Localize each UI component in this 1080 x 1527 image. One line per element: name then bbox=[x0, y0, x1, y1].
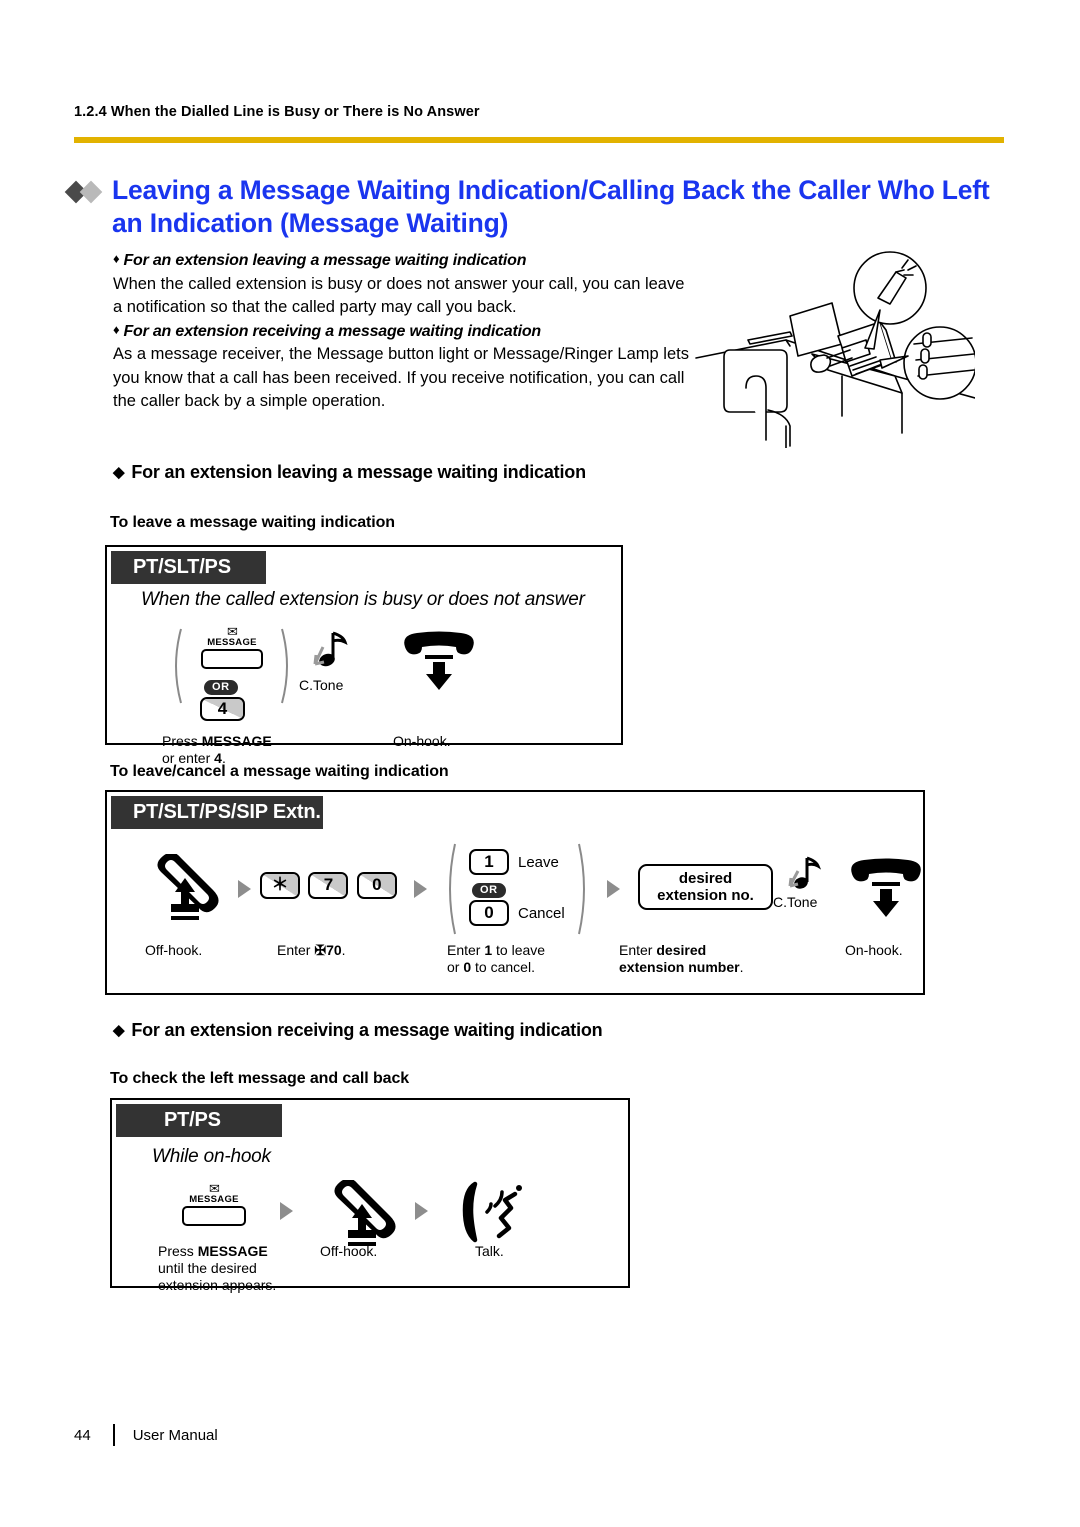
flow-arrow-icon bbox=[280, 1202, 293, 1220]
message-button-key[interactable] bbox=[182, 1206, 246, 1226]
breadcrumb: 1.2.4 When the Dialled Line is Busy or T… bbox=[74, 104, 480, 120]
device-type-tab-label: PT/SLT/PS bbox=[133, 556, 231, 578]
ctone-label-2: C.Tone bbox=[773, 894, 818, 910]
key-asterisk[interactable]: ＊ bbox=[260, 872, 300, 899]
header-rule-divider bbox=[74, 137, 1004, 143]
condition-note: When the called extension is busy or doe… bbox=[141, 589, 585, 610]
intro-subheading-1: ♦ For an extension leaving a message wait… bbox=[113, 249, 693, 273]
double-diamond-icon bbox=[64, 180, 112, 210]
condition-note-3: While on-hook bbox=[152, 1146, 271, 1167]
page-title: Leaving a Message Waiting Indication/Cal… bbox=[112, 175, 990, 238]
step-label-off-hook-3: Off-hook. bbox=[320, 1243, 378, 1259]
procedure-box-check-callback: PT/PS While on-hook ✉ MESSAGE Press MESS… bbox=[110, 1098, 630, 1293]
intro-subheading-2: ♦ For an extension receiving a message wa… bbox=[113, 320, 693, 344]
procedure-box-leave-mwi: PT/SLT/PS When the called extension is b… bbox=[105, 545, 623, 766]
or-group-bracket-2 bbox=[449, 843, 585, 935]
step-label-talk: Talk. bbox=[475, 1243, 504, 1259]
key-0[interactable]: 0 bbox=[356, 872, 397, 899]
intro-subheading-1-text: For an extension leaving a message waiti… bbox=[123, 252, 527, 269]
page-header: 1.2.4 When the Dialled Line is Busy or T… bbox=[74, 104, 1004, 120]
message-button-key[interactable] bbox=[201, 649, 263, 669]
flow-arrow-icon bbox=[414, 880, 427, 898]
step-label-press-message-3: Press MESSAGE until the desired extensio… bbox=[158, 1243, 277, 1293]
flow-arrow-icon bbox=[415, 1202, 428, 1220]
desired-extension-input[interactable]: desired extension no. bbox=[638, 864, 773, 910]
step-label-enter-feature: Enter ✠70. bbox=[277, 942, 346, 958]
intro-paragraph-2: As a message receiver, the Message butto… bbox=[113, 345, 689, 410]
message-button-label: MESSAGE bbox=[189, 1194, 239, 1205]
envelope-icon: ✉ bbox=[209, 1181, 220, 1196]
diamond-bullet-icon: ◆ bbox=[113, 464, 125, 481]
subheading-to-leave: To leave a message waiting indication bbox=[110, 514, 395, 531]
message-button-label: MESSAGE bbox=[207, 637, 257, 648]
subheading-to-leave-cancel: To leave/cancel a message waiting indica… bbox=[110, 763, 449, 780]
confirmation-tone-icon bbox=[313, 631, 348, 667]
flow-arrow-icon bbox=[238, 880, 251, 898]
desired-ext-line2: extension no. bbox=[657, 887, 754, 904]
step-label-off-hook-2: Off-hook. bbox=[145, 942, 203, 958]
step-label-on-hook-1: On-hook. bbox=[393, 733, 451, 749]
key-leave-label: Leave bbox=[518, 854, 559, 871]
device-type-tab-pt-ps: PT/PS bbox=[116, 1104, 282, 1137]
key-0-cancel[interactable]: 0 bbox=[469, 900, 509, 926]
procedure-box-leave-cancel-mwi: PT/SLT/PS/SIP Extn. Off-hook. ＊ 7 0 Ente… bbox=[105, 790, 925, 995]
talk-icon bbox=[462, 1181, 522, 1243]
off-hook-handset-icon bbox=[157, 854, 219, 920]
flow-arrow-icon bbox=[607, 880, 620, 898]
off-hook-handset-icon-3 bbox=[334, 1180, 396, 1246]
envelope-icon: ✉ bbox=[227, 624, 238, 639]
section-heading-leaving: ◆ For an extension leaving a message wait… bbox=[113, 462, 586, 483]
step-label-enter-leave-cancel: Enter 1 to leave or 0 to cancel. bbox=[447, 942, 546, 975]
intro-block: ♦ For an extension leaving a message wait… bbox=[113, 249, 693, 414]
diamond-bullet-icon: ◆ bbox=[113, 1022, 125, 1039]
device-type-tab-label: PT/SLT/PS/SIP Extn. bbox=[133, 801, 321, 823]
step-label-press-message: Press MESSAGE or enter 4. bbox=[162, 733, 272, 766]
desk-with-phone-illustration bbox=[690, 248, 977, 449]
on-hook-handset-icon bbox=[851, 858, 921, 917]
desired-ext-line1: desired bbox=[678, 869, 733, 887]
footer-label: User Manual bbox=[132, 1426, 218, 1444]
section-heading-receiving: ◆ For an extension receiving a message wa… bbox=[113, 1020, 603, 1041]
or-pill-2: OR bbox=[472, 880, 506, 898]
message-button-group[interactable]: ✉ MESSAGE bbox=[187, 624, 277, 669]
footer-divider bbox=[112, 1424, 115, 1446]
device-type-tab-pt-slt-ps: PT/SLT/PS bbox=[111, 551, 266, 584]
confirmation-tone-icon bbox=[788, 856, 822, 889]
step-label-on-hook-2: On-hook. bbox=[845, 942, 903, 958]
intro-paragraph-1: When the called extension is busy or doe… bbox=[113, 274, 685, 317]
footer-page-number: 44 bbox=[74, 1426, 91, 1444]
section-heading-leaving-text: For an extension leaving a message waiti… bbox=[131, 462, 586, 482]
main-title-block: Leaving a Message Waiting Indication/Cal… bbox=[64, 174, 1006, 240]
feature-number-keys[interactable]: ＊ 7 0 bbox=[260, 872, 397, 904]
section-heading-receiving-text: For an extension receiving a message wai… bbox=[131, 1020, 603, 1040]
key-7[interactable]: 7 bbox=[308, 872, 349, 899]
intro-subheading-2-text: For an extension receiving a message wai… bbox=[123, 322, 542, 340]
or-pill-1: OR bbox=[204, 677, 238, 695]
small-diamond-icon: ♦ bbox=[113, 321, 120, 337]
message-button-group-3[interactable]: ✉ MESSAGE bbox=[164, 1181, 264, 1226]
key-1-leave[interactable]: 1 bbox=[469, 849, 509, 875]
ctone-label-1: C.Tone bbox=[299, 677, 344, 693]
on-hook-handset-icon bbox=[404, 631, 474, 690]
small-diamond-icon: ♦ bbox=[113, 251, 120, 266]
subheading-check-message: To check the left message and call back bbox=[110, 1070, 410, 1087]
key-cancel-label: Cancel bbox=[518, 905, 565, 922]
device-type-tab-label: PT/PS bbox=[164, 1109, 221, 1131]
key-4[interactable]: 4 bbox=[200, 697, 245, 721]
device-type-tab-pt-slt-ps-sip: PT/SLT/PS/SIP Extn. bbox=[111, 796, 323, 829]
page-footer: 44 User Manual bbox=[74, 1424, 218, 1446]
step-label-enter-desired-ext: Enter desired extension number. bbox=[619, 942, 744, 975]
